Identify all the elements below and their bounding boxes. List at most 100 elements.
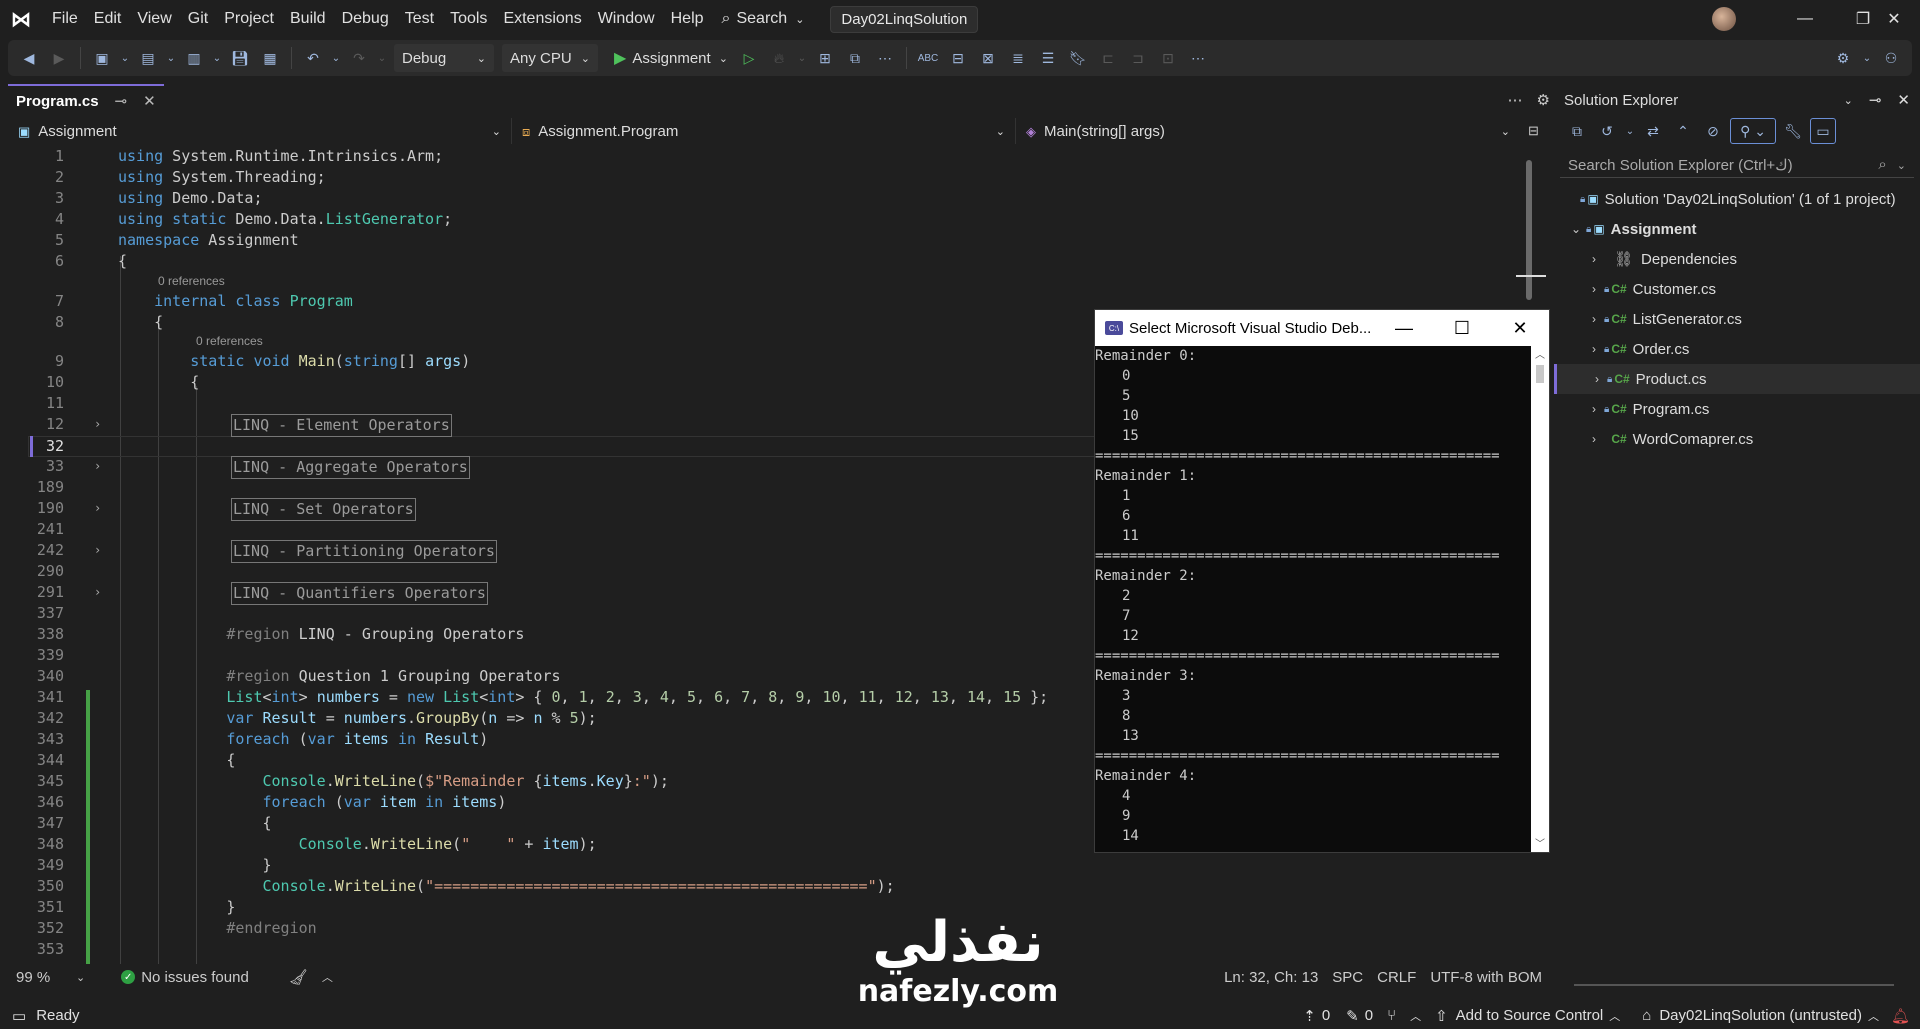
console-title-bar[interactable]: C:\ Select Microsoft Visual Studio Deb..… (1095, 310, 1549, 346)
repository-icon[interactable]: ⌂ (1642, 1007, 1651, 1024)
chevron-down-icon[interactable]: ⌄ (165, 45, 177, 71)
close-icon[interactable]: ✕ (1491, 318, 1549, 339)
debug-console-window[interactable]: C:\ Select Microsoft Visual Studio Deb..… (1094, 309, 1550, 853)
chevron-down-icon[interactable]: ⌄ (376, 45, 388, 71)
pin-icon[interactable]: ⊸ (115, 92, 128, 110)
expand-region-icon[interactable]: › (94, 498, 101, 519)
menu-build[interactable]: Build (282, 0, 334, 38)
scroll-down-icon[interactable]: ﹀ (1531, 835, 1549, 850)
unpushed-count[interactable]: 0 (1322, 1007, 1330, 1024)
expand-region-icon[interactable]: › (94, 540, 101, 561)
redo-icon[interactable]: ↷ (346, 45, 372, 71)
chevron-down-icon[interactable]: ⌄ (1860, 45, 1874, 71)
split-editor-icon[interactable]: ⊟ (1528, 123, 1539, 139)
chevron-right-icon[interactable]: › (1586, 432, 1602, 446)
menu-help[interactable]: Help (663, 0, 712, 38)
undo-icon[interactable]: ↶ (300, 45, 326, 71)
zoom-level[interactable]: 99 % (16, 969, 76, 986)
chevron-right-icon[interactable]: › (1586, 402, 1602, 416)
add-to-source-control[interactable]: Add to Source Control (1456, 1007, 1604, 1024)
expand-region-icon[interactable]: › (94, 414, 101, 435)
scroll-up-icon[interactable]: ︿ (1531, 346, 1549, 361)
chevron-down-icon[interactable]: ⌄ (1624, 118, 1636, 144)
chevron-down-icon[interactable]: ⌄ (330, 45, 342, 71)
close-icon[interactable]: ✕ (1897, 91, 1910, 109)
tree-item-file-selected[interactable]: › 🔒︎ C# Product.cs (1554, 364, 1920, 394)
preview-icon[interactable]: ▭ (1810, 118, 1836, 144)
chevron-right-icon[interactable]: › (1586, 312, 1602, 326)
tree-item-file[interactable]: › 🔒︎ C# Customer.cs (1554, 274, 1920, 304)
menu-git[interactable]: Git (180, 0, 216, 38)
collapsed-region[interactable]: LINQ - Partitioning Operators (231, 540, 497, 563)
chevron-right-icon[interactable]: › (1589, 372, 1605, 386)
chevron-down-icon[interactable]: ⌄ (1844, 94, 1853, 107)
indent-icon[interactable]: ☰ (1035, 45, 1061, 71)
scrollbar-thumb[interactable] (1536, 365, 1544, 383)
menu-view[interactable]: View (129, 0, 179, 38)
history-icon[interactable]: ↺ (1594, 118, 1620, 144)
collapsed-region[interactable]: LINQ - Set Operators (231, 498, 416, 521)
project-dropdown[interactable]: ▣ Assignment ⌄ (8, 118, 512, 144)
output-icon[interactable]: ▭ (12, 1007, 26, 1025)
chevron-down-icon[interactable]: ⌄ (76, 971, 85, 984)
minimize-icon[interactable]: — (1375, 318, 1433, 339)
new-project-icon[interactable]: ▣ (89, 45, 115, 71)
back-icon[interactable]: ◀ (16, 45, 42, 71)
clear-bookmarks-icon[interactable]: ⊡ (1155, 45, 1181, 71)
codelens-references[interactable]: 0 references (158, 274, 225, 288)
chevron-up-icon[interactable]: ︿ (1609, 1008, 1620, 1024)
live-share-icon[interactable]: ⧉ (842, 45, 868, 71)
save-all-icon[interactable]: ▦ (257, 45, 283, 71)
uncomment-icon[interactable]: ⊠ (975, 45, 1001, 71)
tree-item-file[interactable]: › 🔒︎ C# WordComaprer.cs (1554, 424, 1920, 454)
chevron-down-icon[interactable]: ⌄ (211, 45, 223, 71)
menu-extensions[interactable]: Extensions (495, 0, 589, 38)
next-bookmark-icon[interactable]: ⊐ (1125, 45, 1151, 71)
spell-check-icon[interactable]: ABC (915, 45, 941, 71)
menu-tools[interactable]: Tools (442, 0, 495, 38)
tree-item-file[interactable]: › 🔒︎ C# Program.cs (1554, 394, 1920, 424)
minimize-icon[interactable]: — (1776, 0, 1834, 38)
close-icon[interactable]: ✕ (1868, 0, 1920, 38)
cursor-position[interactable]: Ln: 32, Ch: 13 (1224, 969, 1318, 986)
start-debugging-button[interactable]: ▶ Assignment ⌄ (606, 44, 730, 72)
notifications-icon[interactable]: 🔔︎ (1891, 1007, 1910, 1025)
menu-test[interactable]: Test (397, 0, 442, 38)
pin-icon[interactable]: ⊸ (1869, 91, 1882, 109)
start-without-debugging-icon[interactable]: ▷ (736, 45, 762, 71)
codelens-references[interactable]: 0 references (196, 334, 263, 348)
tree-item-dependencies[interactable]: › ⛓ Dependencies (1554, 244, 1920, 274)
member-dropdown[interactable]: ◈ Main(string[] args) ⌄ (1016, 118, 1520, 144)
browse-icon[interactable]: ⊞ (812, 45, 838, 71)
chevron-right-icon[interactable]: › (1586, 342, 1602, 356)
chevron-up-icon[interactable]: ︿ (322, 969, 333, 985)
tab-overflow-icon[interactable]: ⋯ (1508, 91, 1523, 109)
chevron-right-icon[interactable]: › (1586, 282, 1602, 296)
chevron-down-icon[interactable]: ⌄ (796, 45, 808, 71)
changes-count[interactable]: 0 (1365, 1007, 1373, 1024)
tree-item-solution[interactable]: 🔒︎ ▣ Solution 'Day02LinqSolution' (1 of … (1554, 184, 1920, 214)
chevron-down-icon[interactable]: ⌄ (1568, 222, 1584, 236)
git-branch-icon[interactable]: ⑂ (1387, 1007, 1396, 1024)
github-copilot-icon[interactable]: ⚙ (1830, 45, 1856, 71)
horizontal-scrollbar[interactable] (1574, 984, 1894, 986)
repository-name[interactable]: Day02LinqSolution (untrusted) (1659, 1007, 1862, 1024)
close-icon[interactable]: ✕ (143, 92, 156, 110)
bookmark-icon[interactable]: 🔖︎ (1065, 45, 1091, 71)
file-encoding[interactable]: UTF-8 with BOM (1430, 969, 1542, 986)
expand-region-icon[interactable]: › (94, 582, 101, 603)
solution-search-field[interactable]: Search Solution Explorer (Ctrl+ك) ⌕ ⌄ (1560, 152, 1914, 178)
forward-icon[interactable]: ▶ (46, 45, 72, 71)
properties-icon[interactable]: 🔧︎ (1780, 118, 1806, 144)
solution-name-badge[interactable]: Day02LinqSolution (830, 5, 979, 33)
more-options-icon[interactable]: ⋯ (1185, 45, 1211, 71)
collapsed-region[interactable]: LINQ - Element Operators (231, 414, 452, 437)
open-folder-icon[interactable]: ▥ (181, 45, 207, 71)
show-all-files-icon[interactable]: ⊘ (1700, 118, 1726, 144)
expand-region-icon[interactable]: › (94, 456, 101, 477)
issues-status[interactable]: No issues found (141, 969, 249, 986)
console-scrollbar[interactable]: ︿ ﹀ (1531, 346, 1549, 852)
tree-item-project-assignment[interactable]: ⌄ 🔒︎ ▣ Assignment (1554, 214, 1920, 244)
up-arrow-icon[interactable]: ⇡ (1303, 1007, 1316, 1025)
filter-icon[interactable]: ⚲ ⌄ (1730, 118, 1776, 144)
